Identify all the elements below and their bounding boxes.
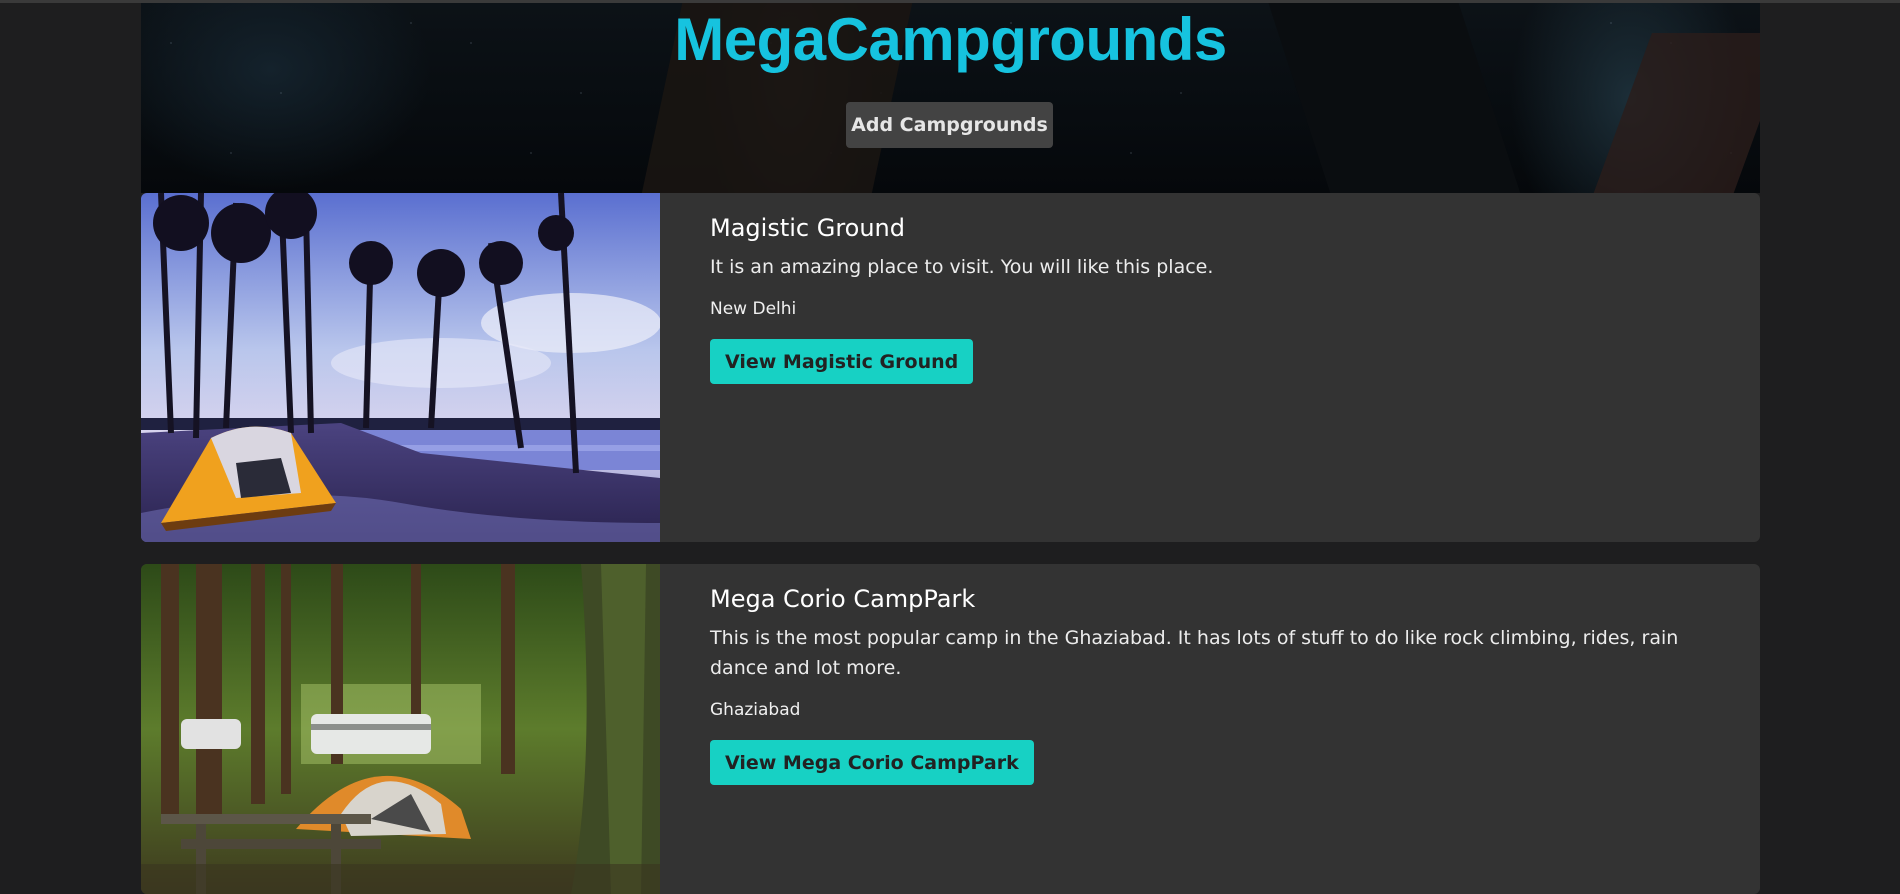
hero-banner: MegaCampgrounds Add Campgrounds [141, 3, 1760, 193]
campground-card: Mega Corio CampPark This is the most pop… [141, 564, 1760, 894]
site-title: MegaCampgrounds [674, 6, 1227, 73]
campground-card-body: Magistic Ground It is an amazing place t… [660, 193, 1760, 542]
campground-image-forest-tent [141, 564, 660, 894]
view-campground-button[interactable]: View Magistic Ground [710, 339, 974, 384]
view-campground-button[interactable]: View Mega Corio CampPark [710, 740, 1034, 785]
add-campgrounds-button[interactable]: Add Campgrounds [846, 102, 1053, 148]
campground-image-lake-tent [141, 193, 660, 542]
campground-card-body: Mega Corio CampPark This is the most pop… [660, 564, 1760, 894]
campground-title: Magistic Ground [710, 214, 905, 242]
campground-title: Mega Corio CampPark [710, 585, 976, 613]
campground-description: It is an amazing place to visit. You wil… [710, 256, 1214, 278]
campground-description: This is the most popular camp in the Gha… [710, 627, 1679, 679]
campground-location: Ghaziabad [710, 700, 801, 720]
campground-location: New Delhi [710, 299, 797, 319]
main-container: MegaCampgrounds Add Campgrounds Magistic… [141, 3, 1760, 894]
campground-card: Magistic Ground It is an amazing place t… [141, 193, 1760, 542]
